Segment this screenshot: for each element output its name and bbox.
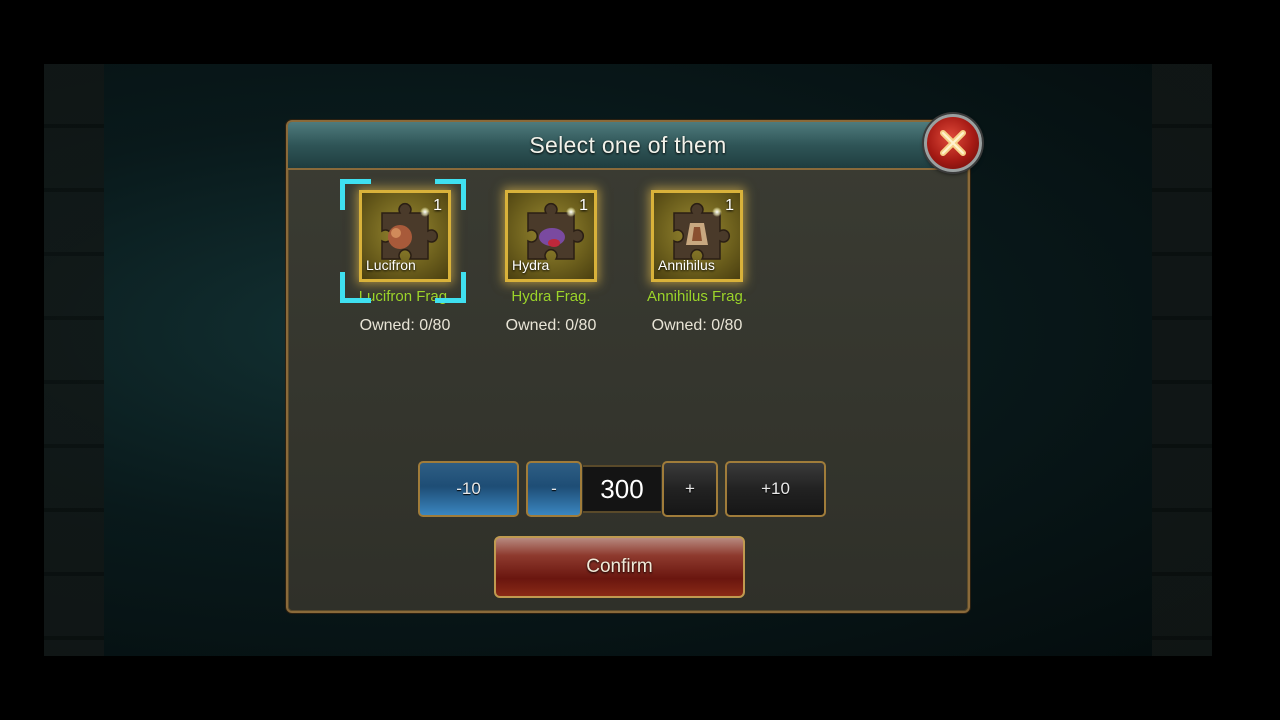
item-fragment-label: Lucifron Frag. (358, 288, 452, 305)
stone-wall-left (44, 64, 104, 656)
plus-one-button[interactable]: + (662, 461, 718, 517)
sparkle-icon (712, 207, 722, 217)
dialog-titlebar: Select one of them (288, 122, 968, 170)
item-owned-count: Owned: 0/80 (505, 317, 597, 334)
minus-one-button[interactable]: - (526, 461, 582, 517)
dialog-title: Select one of them (529, 131, 727, 158)
item-count: 1 (433, 197, 442, 214)
item-lucifron[interactable]: 1 Lucifron Lucifron Frag. Owned: 0/80 (330, 190, 480, 335)
item-name: Annihilus (658, 257, 715, 273)
item-fragment-label: Annihilus Frag. (646, 288, 748, 305)
item-annihilus[interactable]: 1 Annihilus Annihilus Frag. Owned: 0/80 (622, 190, 772, 335)
stone-wall-right (1152, 64, 1212, 656)
item-count: 1 (725, 197, 734, 214)
item-card[interactable]: 1 Hydra (505, 190, 597, 282)
plus-ten-button[interactable]: +10 (725, 461, 826, 517)
minus-ten-button[interactable]: -10 (418, 461, 519, 517)
item-card[interactable]: 1 Annihilus (651, 190, 743, 282)
confirm-button[interactable]: Confirm (494, 536, 745, 598)
item-hydra[interactable]: 1 Hydra Hydra Frag. Owned: 0/80 (476, 190, 626, 335)
item-name: Lucifron (366, 257, 416, 273)
quantity-value: 300 (583, 465, 661, 513)
sparkle-icon (420, 207, 430, 217)
item-card[interactable]: 1 Lucifron (359, 190, 451, 282)
close-x-icon (940, 130, 966, 156)
close-button[interactable] (924, 114, 982, 172)
item-owned-count: Owned: 0/80 (651, 317, 743, 334)
item-name: Hydra (512, 257, 550, 273)
item-fragment-label: Hydra Frag. (511, 288, 591, 305)
item-count: 1 (579, 197, 588, 214)
item-owned-count: Owned: 0/80 (359, 317, 451, 334)
sparkle-icon (566, 207, 576, 217)
